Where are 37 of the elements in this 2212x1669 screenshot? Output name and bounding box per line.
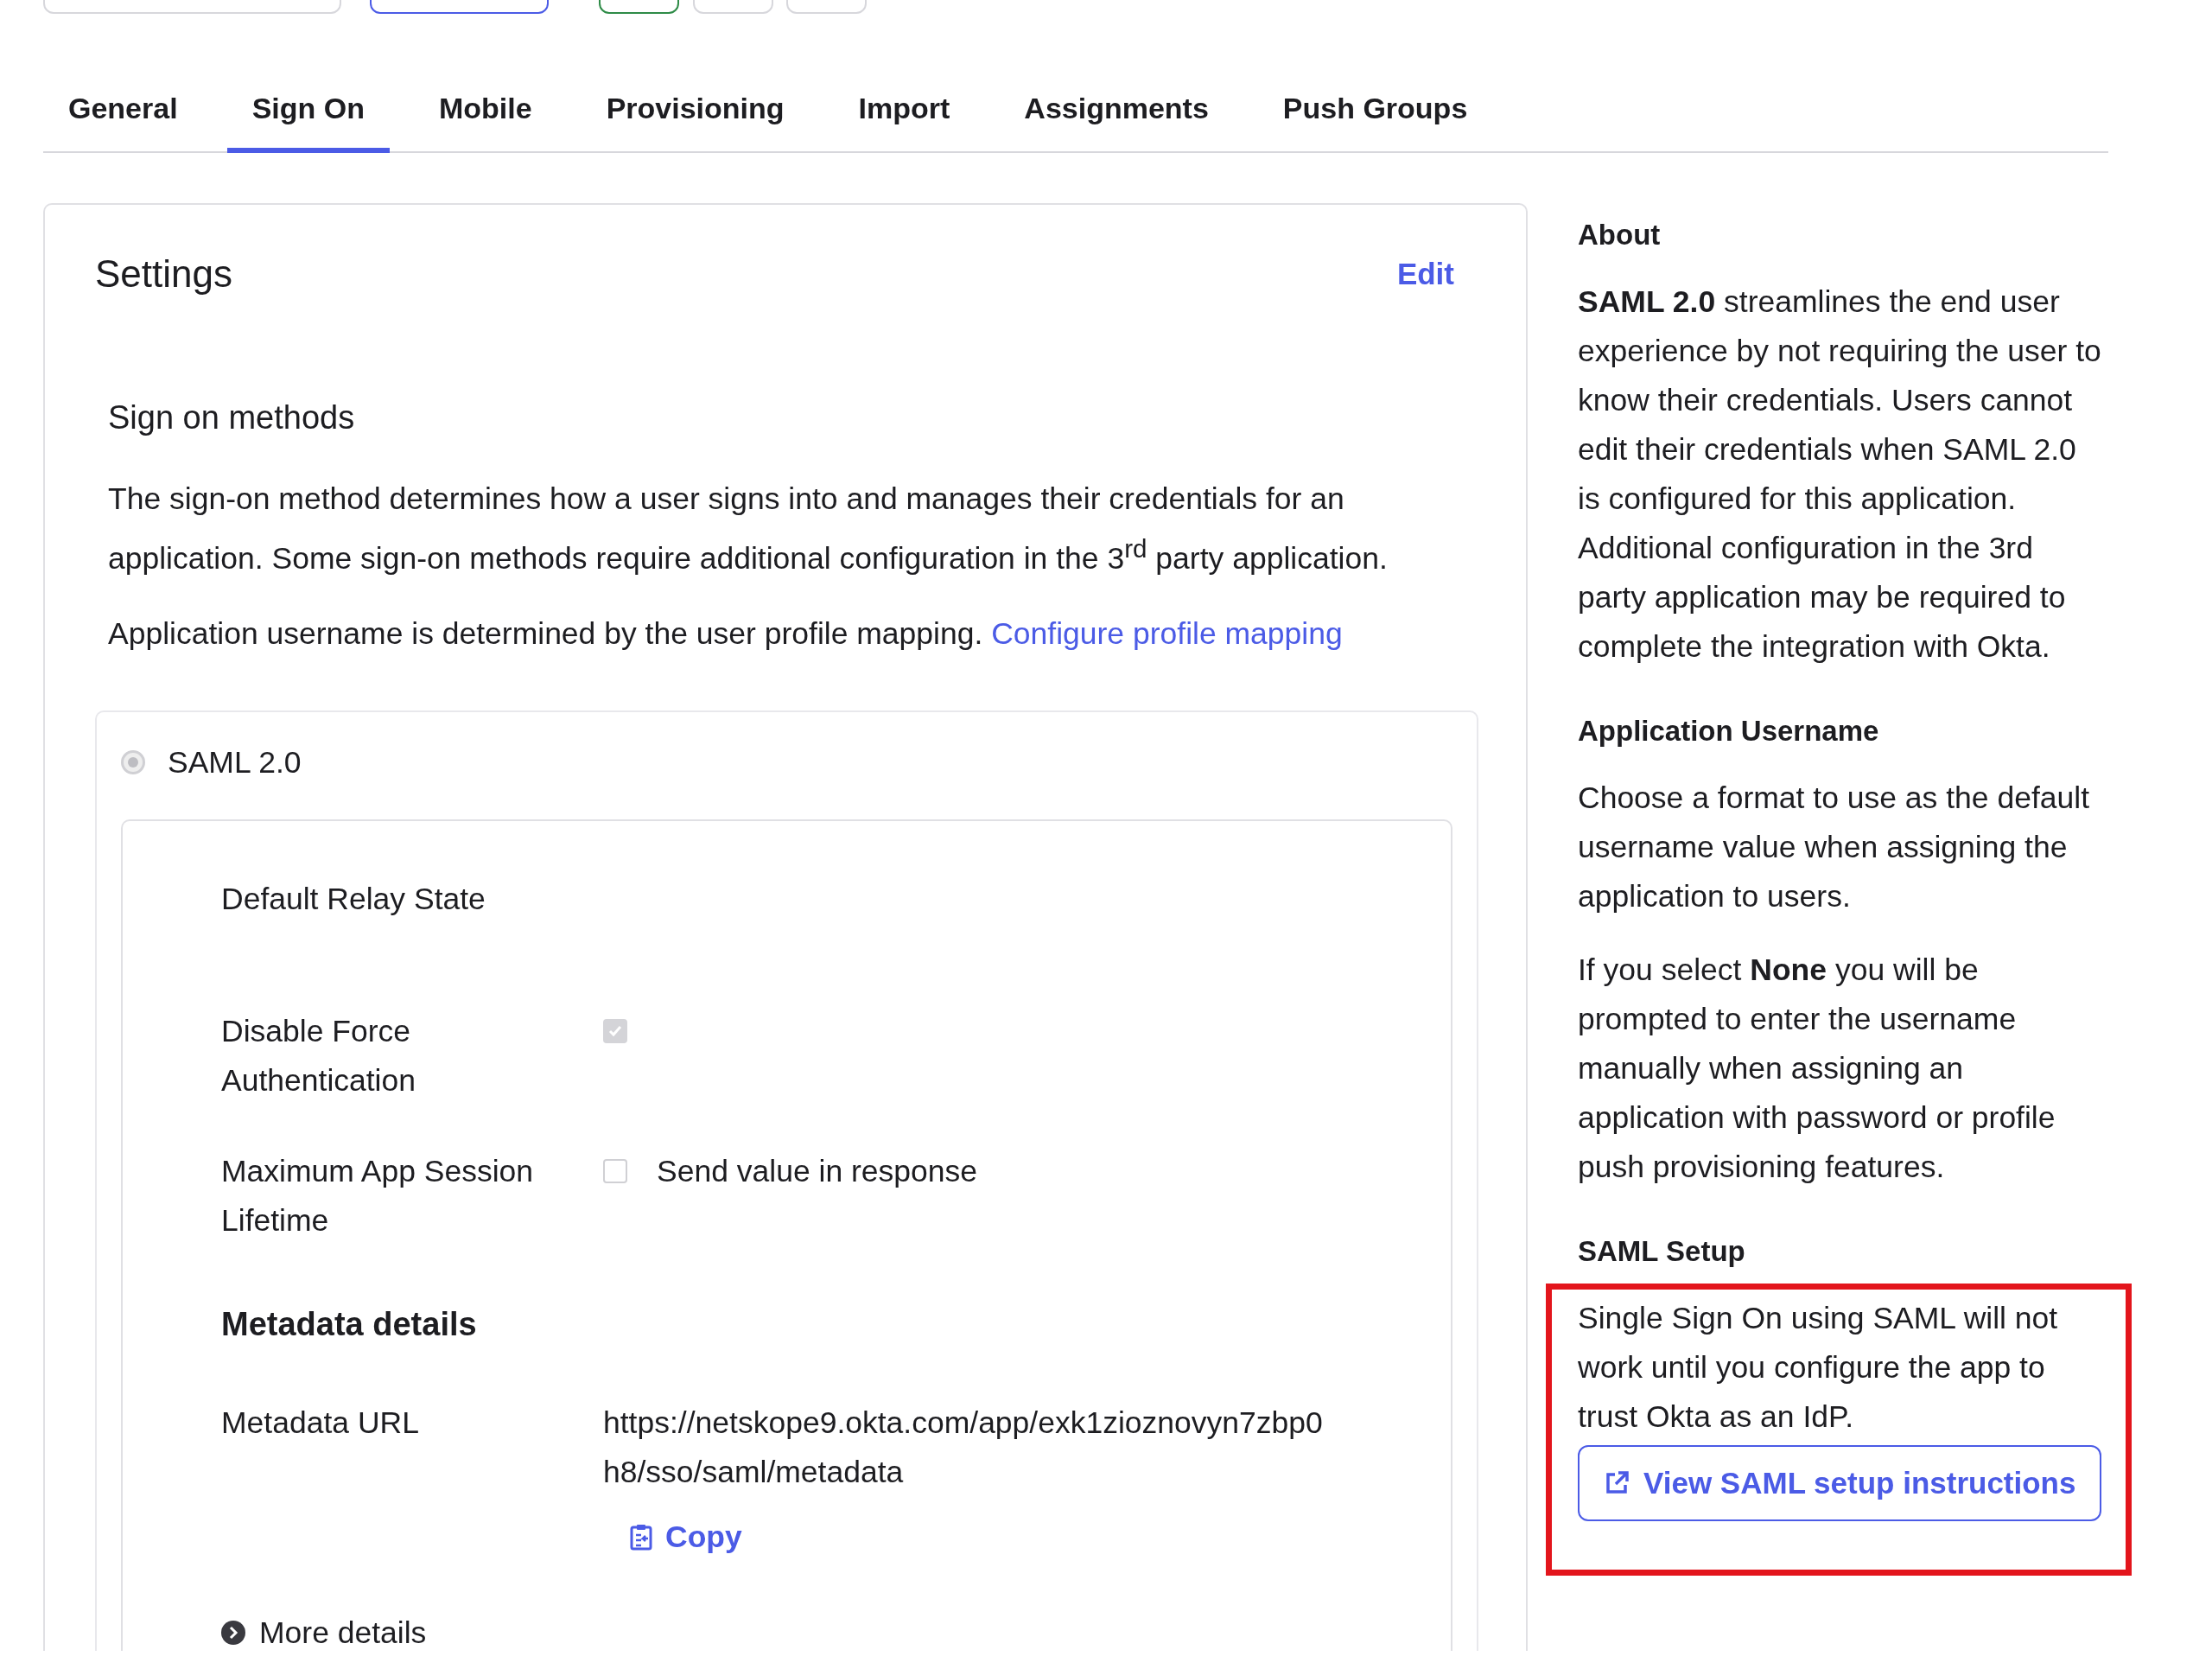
checkbox[interactable] <box>603 1018 627 1043</box>
sidebar-heading: Application Username <box>1578 715 1880 748</box>
field-label: Default Relay State <box>221 880 486 918</box>
help-text: If you select None you will be prompted to enter the username manually when assigning an application with password or profile push provisioning features. <box>1578 952 2056 1186</box>
more-details-link[interactable]: More details <box>259 1615 427 1651</box>
card-title: Settings <box>95 252 232 296</box>
tab[interactable]: Sign On <box>226 92 390 153</box>
username-note: Application username is determined by the user profile mapping. Configure profile mapping <box>108 615 1344 653</box>
description-text: The sign-on method determines how a user signs into and manages their credentials for an application. Some sign-on methods require additional configuration in the 3$^{rd}$ party application. <box>108 481 1389 577</box>
checkbox-label: Send value in response <box>657 1153 978 1189</box>
tab[interactable]: Provisioning <box>581 92 810 153</box>
sidebar-heading: About <box>1578 219 1662 252</box>
field-label: Metadata URL <box>221 1404 420 1442</box>
tab[interactable]: Push Groups <box>1257 92 1493 153</box>
help-text: SAML 2.0 streamlines the end user experience by not requiring the user to know their credentials. Users cannot edit their credentials when SAML 2.0 is configured for this application. Additional configuration in the 3rd party application may be required to complete the integration with Okta. <box>1578 283 2102 666</box>
copy-button[interactable]: Copy <box>629 1519 742 1555</box>
sidebar-heading: SAML Setup <box>1578 1235 1746 1268</box>
radio-button[interactable] <box>121 750 145 775</box>
edit-link[interactable]: Edit <box>1396 257 1454 291</box>
tab[interactable]: Assignments <box>999 92 1234 153</box>
chevron-icon[interactable] <box>221 1621 245 1646</box>
external-link-icon <box>1604 1470 1630 1496</box>
clipboard-icon <box>629 1523 653 1551</box>
help-text: Single Sign On using SAML will not work until you configure the app to trust Okta as an IdP. <box>1578 1300 2059 1436</box>
metadata-url: https://netskope9.okta.com/app/exk1zioznovyn7zbp0h8/sso/saml/metadata <box>603 1404 1324 1491</box>
tab[interactable]: General <box>43 92 203 153</box>
section-title: Sign on methods <box>108 399 356 436</box>
profile-mapping-link[interactable]: Configure profile mapping <box>991 615 1343 651</box>
tab[interactable]: Mobile <box>413 92 557 153</box>
field-label: Maximum App Session Lifetime <box>221 1152 535 1239</box>
help-text: Choose a format to use as the default username value when assigning the application to users. <box>1578 780 2091 915</box>
setup-instructions-button[interactable]: View SAML setup instructions <box>1578 1445 2102 1521</box>
tab[interactable]: Import <box>833 92 976 153</box>
method-label: SAML 2.0 <box>168 744 302 780</box>
section-title: Metadata details <box>221 1305 478 1343</box>
checkbox[interactable] <box>603 1158 627 1183</box>
field-label: Disable Force Authentication <box>221 1012 416 1099</box>
